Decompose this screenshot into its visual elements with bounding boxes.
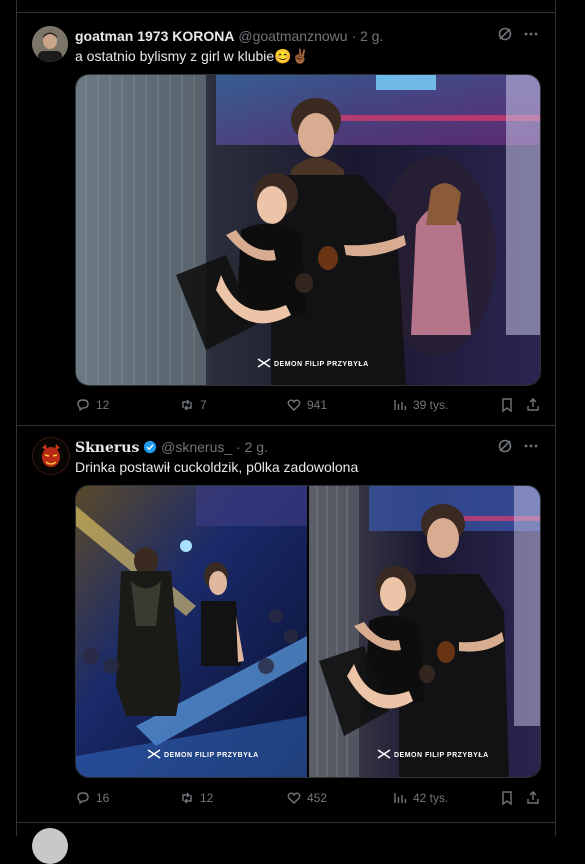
tweet-image[interactable]: DEMON FILIP PRZYBYŁA [75, 74, 541, 386]
avatar[interactable] [32, 26, 68, 62]
reply-button[interactable]: 12 [75, 397, 109, 413]
share-button[interactable] [525, 790, 541, 806]
repost-count: 7 [200, 398, 207, 412]
bookmark-icon [502, 398, 512, 413]
views-icon [394, 793, 407, 803]
views-button[interactable]: 42 tys. [392, 790, 448, 806]
separator-dot: · [351, 28, 357, 44]
views-count: 39 tys. [413, 398, 449, 412]
bookmark-button[interactable] [499, 790, 515, 806]
avatar[interactable] [32, 437, 70, 475]
more-icon[interactable] [523, 438, 539, 459]
views-button[interactable]: 39 tys. [392, 397, 448, 413]
reply-icon [77, 792, 89, 805]
like-icon [287, 399, 301, 411]
repost-icon [182, 792, 192, 804]
like-count: 452 [307, 791, 328, 805]
views-icon [394, 400, 407, 410]
tweet-actions: 12 7 941 39 tys. [75, 397, 541, 417]
timeline-column: goatman 1973 KORONA @goatmanznowu · 2 g.… [16, 0, 556, 864]
like-button[interactable]: 941 [286, 397, 327, 413]
reply-icon [77, 399, 89, 412]
repost-button[interactable]: 7 [179, 397, 207, 413]
watermark-text: DEMON FILIP PRZYBYŁA [164, 752, 259, 759]
tweet-2[interactable]: Sknerus @sknerus_ · 2 g. Drinka postawił… [17, 426, 555, 823]
separator-dot: · [236, 439, 241, 455]
tweet-text: Drinka postawił cuckoldzik, p0lka zadowo… [75, 459, 359, 475]
timestamp[interactable]: 2 g. [360, 28, 383, 44]
tweet-image-grid[interactable]: DEMON FILIP PRZYBYŁA DEMON FILIP PRZYBYŁ… [75, 485, 541, 778]
share-icon [527, 791, 539, 804]
like-icon [287, 792, 301, 804]
author-name[interactable]: goatman 1973 KORONA [75, 28, 234, 44]
bookmark-icon [502, 791, 512, 806]
repost-count: 12 [200, 791, 214, 805]
left-image [76, 486, 307, 777]
verified-icon [143, 440, 157, 458]
timestamp[interactable]: 2 g. [245, 439, 268, 455]
watermark-text: DEMON FILIP PRZYBYŁA [274, 361, 369, 368]
tweet-1[interactable]: goatman 1973 KORONA @goatmanznowu · 2 g.… [17, 13, 555, 426]
like-count: 941 [307, 398, 328, 412]
grok-icon[interactable] [497, 26, 513, 47]
tweet-text: a ostatnio bylismy z girl w klubie😊✌🏾 [75, 48, 310, 64]
more-icon[interactable] [523, 26, 539, 47]
author-handle[interactable]: @sknerus_ [161, 439, 232, 455]
tweet-actions: 16 12 452 42 tys. [75, 790, 541, 810]
like-button[interactable]: 452 [286, 790, 327, 806]
repost-button[interactable]: 12 [179, 790, 213, 806]
watermark-text: DEMON FILIP PRZYBYŁA [394, 752, 489, 759]
next-tweet-avatar[interactable] [32, 828, 68, 864]
reply-count: 16 [96, 791, 110, 805]
author-handle[interactable]: @goatmanznowu [238, 28, 347, 44]
reply-count: 12 [96, 398, 110, 412]
reply-button[interactable]: 16 [75, 790, 109, 806]
views-count: 42 tys. [413, 791, 449, 805]
grok-icon[interactable] [497, 438, 513, 459]
share-icon [527, 398, 539, 411]
bookmark-button[interactable] [499, 397, 515, 413]
author-name[interactable]: Sknerus [75, 440, 139, 456]
share-button[interactable] [525, 397, 541, 413]
repost-icon [182, 399, 192, 411]
right-image [309, 486, 540, 777]
